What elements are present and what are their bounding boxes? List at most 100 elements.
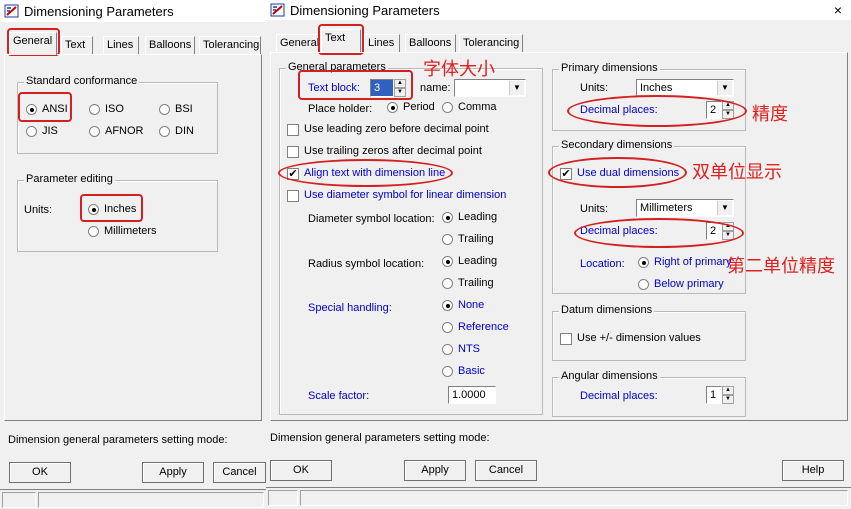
left-status-bar [0, 489, 266, 509]
datum-dimensions-title: Datum dimensions [559, 304, 655, 316]
radio-special-reference[interactable] [442, 322, 453, 333]
close-icon[interactable]: × [831, 2, 845, 18]
dimension-app-icon [4, 4, 19, 18]
label-din: DIN [175, 125, 194, 137]
radio-below-primary[interactable] [638, 279, 649, 290]
primary-units-label: Units: [580, 82, 609, 94]
radio-afnor[interactable] [89, 126, 100, 137]
annotation-font-size: 字体大小 [423, 59, 495, 80]
chevron-down-icon[interactable]: ▼ [717, 81, 732, 95]
right-tab-lines[interactable]: Lines [364, 34, 400, 52]
right-cancel-button[interactable]: Cancel [475, 460, 537, 481]
right-status-bar [266, 487, 851, 507]
left-window-title: Dimensioning Parameters [24, 3, 174, 19]
label-radius-leading: Leading [458, 255, 498, 267]
angular-decimal-label: Decimal places: [580, 390, 658, 402]
trailing-zeros-label: Use trailing zeros after decimal point [304, 145, 482, 157]
place-holder-label: Place holder: [308, 103, 373, 115]
left-apply-button[interactable]: Apply [142, 462, 204, 483]
annotation-dual-unit: 双单位显示 [692, 162, 782, 183]
radio-right-of-primary[interactable] [638, 257, 649, 268]
radio-diameter-trailing[interactable] [442, 234, 453, 245]
radio-special-none[interactable] [442, 300, 453, 311]
left-units-label: Units: [24, 204, 53, 216]
radio-period[interactable] [387, 102, 398, 113]
label-diameter-trailing: Trailing [458, 233, 494, 245]
diameter-symbol-checkbox[interactable] [287, 190, 299, 202]
scale-factor-field[interactable]: 1.0000 [448, 386, 496, 404]
radio-bsi[interactable] [159, 104, 170, 115]
angular-decimal-field[interactable]: 1 [706, 386, 722, 404]
secondary-dimensions-title: Secondary dimensions [559, 139, 675, 151]
chevron-down-icon[interactable]: ▼ [509, 81, 524, 95]
secondary-units-select[interactable]: Millimeters ▼ [636, 199, 734, 217]
right-help-button[interactable]: Help [782, 460, 844, 481]
radio-din[interactable] [159, 126, 170, 137]
angular-dimensions-title: Angular dimensions [559, 370, 660, 382]
radio-iso[interactable] [89, 104, 100, 115]
highlight-ansi [18, 92, 72, 122]
left-tab-text[interactable]: Text [61, 36, 93, 54]
radio-jis[interactable] [26, 126, 37, 137]
leading-zero-checkbox[interactable] [287, 124, 299, 136]
chevron-down-icon[interactable]: ▼ [717, 201, 732, 215]
left-tab-tolerancing[interactable]: Tolerancing [199, 36, 261, 54]
location-label: Location: [580, 258, 625, 270]
left-status-cell-1 [2, 492, 36, 508]
highlight-inches [80, 194, 143, 222]
parameter-editing-title: Parameter editing [24, 173, 115, 185]
annotation-precision: 精度 [752, 104, 788, 125]
annotation-second-precision: 第二单位精度 [727, 256, 835, 277]
left-tab-balloons[interactable]: Balloons [145, 36, 195, 54]
left-ok-button[interactable]: OK [9, 462, 71, 483]
label-special-nts: NTS [458, 343, 480, 355]
angular-decimal-spin-down[interactable]: ▼ [722, 395, 734, 404]
trailing-zeros-checkbox[interactable] [287, 146, 299, 158]
right-tab-balloons[interactable]: Balloons [405, 34, 456, 52]
right-apply-button[interactable]: Apply [404, 460, 466, 481]
secondary-units-value: Millimeters [640, 202, 693, 214]
left-title-bar: Dimensioning Parameters [0, 0, 266, 22]
left-status-text: Dimension general parameters setting mod… [8, 434, 228, 446]
radio-comma[interactable] [442, 102, 453, 113]
radio-radius-trailing[interactable] [442, 278, 453, 289]
name-select[interactable]: ▼ [454, 79, 526, 97]
label-period: Period [403, 101, 435, 113]
left-cancel-button[interactable]: Cancel [213, 462, 266, 483]
diameter-symbol-label: Use diameter symbol for linear dimension [304, 189, 507, 201]
left-tab-lines[interactable]: Lines [103, 36, 139, 54]
label-afnor: AFNOR [105, 125, 144, 137]
right-status-cell-2 [300, 490, 848, 506]
label-below-primary: Below primary [654, 278, 724, 290]
label-special-basic: Basic [458, 365, 485, 377]
dimension-app-icon [270, 3, 285, 17]
left-tab-general[interactable]: General [9, 32, 57, 55]
label-radius-trailing: Trailing [458, 277, 494, 289]
label-diameter-leading: Leading [458, 211, 498, 223]
primary-units-value: Inches [640, 82, 673, 94]
radio-radius-leading[interactable] [442, 256, 453, 267]
standard-conformance-title: Standard conformance [24, 75, 140, 87]
right-tab-general[interactable]: General [276, 34, 319, 52]
highlight-text-block [298, 70, 413, 100]
leading-zero-label: Use leading zero before decimal point [304, 123, 489, 135]
right-tab-tolerancing[interactable]: Tolerancing [459, 34, 523, 52]
right-ok-button[interactable]: OK [270, 460, 332, 481]
radio-diameter-leading[interactable] [442, 212, 453, 223]
special-handling-label: Special handling: [308, 302, 392, 314]
right-title-bar: Dimensioning Parameters × [266, 0, 851, 20]
label-millimeters: Millimeters [104, 225, 157, 237]
label-comma: Comma [458, 101, 497, 113]
radio-millimeters[interactable] [88, 226, 99, 237]
radio-special-nts[interactable] [442, 344, 453, 355]
radius-location-label: Radius symbol location: [308, 258, 425, 270]
radio-special-basic[interactable] [442, 366, 453, 377]
right-tab-text[interactable]: Text [321, 29, 361, 52]
highlight-primary-decimal [567, 95, 747, 127]
plus-minus-checkbox[interactable] [560, 333, 572, 345]
highlight-align-text [278, 159, 453, 187]
label-special-none: None [458, 299, 485, 311]
label-iso: ISO [105, 103, 124, 115]
angular-decimal-spin-up[interactable]: ▲ [722, 386, 734, 395]
scale-factor-label: Scale factor: [308, 390, 370, 402]
